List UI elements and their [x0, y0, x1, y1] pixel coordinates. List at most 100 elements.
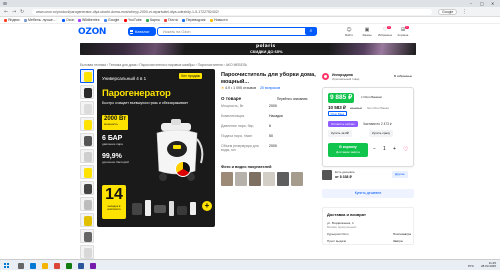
search-icon[interactable] — [18, 262, 24, 269]
ozon-logo[interactable]: OZON — [78, 27, 106, 37]
product-main-image[interactable]: Универсальный 4 в 1 Хит продаж Парогенер… — [97, 69, 215, 227]
back-icon[interactable]: ← — [4, 9, 8, 15]
bookmark-item[interactable]: Переводчик — [182, 18, 205, 23]
windows-taskbar: РУС 11:45 28.03.2025 — [0, 259, 500, 270]
customer-photo[interactable] — [235, 172, 247, 186]
bookmark-item[interactable]: Яндекс — [4, 18, 20, 23]
system-clock[interactable]: 11:45 28.03.2025 — [481, 261, 496, 270]
header-login[interactable]: ☺ Войти — [342, 27, 356, 38]
thumbnail-image — [84, 152, 92, 162]
extensions-icon[interactable]: ⋮ — [462, 9, 467, 15]
promo-banner[interactable]: polaris СКИДКИ ДО 65% — [80, 43, 416, 55]
quantity-stepper[interactable]: − 1 + — [371, 145, 399, 154]
gallery-thumbnail[interactable] — [80, 229, 94, 243]
minus-icon[interactable]: − — [373, 145, 376, 154]
installment-button[interactable]: Оплатить сейчас — [328, 121, 358, 127]
thumbnail-image — [84, 200, 92, 210]
about-title: О товаре — [221, 96, 242, 101]
bookmark-item[interactable]: YouTube — [124, 18, 142, 23]
bookmark-item[interactable]: Ozon — [62, 18, 74, 23]
customer-photo[interactable] — [277, 172, 289, 186]
seller-info[interactable]: Ингородина Оригинальный товар В избранны… — [322, 72, 414, 82]
customer-photo[interactable] — [221, 172, 233, 186]
questions-link[interactable]: 20 вопросов — [260, 86, 280, 90]
delivery-option[interactable]: Курьером Ozon Послезавтра — [327, 232, 411, 236]
star-icon: ★ — [221, 86, 225, 90]
one-click-button[interactable]: Купить сразу — [369, 130, 393, 137]
gallery-thumbnail[interactable] — [80, 149, 94, 163]
task-view-icon[interactable] — [30, 262, 36, 269]
gallery-thumbnails — [80, 69, 94, 261]
other-seller-offer[interactable]: Есть дешевле от 8 338 ₽ Другие — [322, 170, 414, 182]
spec-row: Давление пара, бар 6 — [221, 124, 271, 128]
gallery-thumbnail[interactable] — [80, 213, 94, 227]
add-favorite-heart-icon[interactable]: ♡ — [403, 145, 408, 154]
bookmark-item[interactable]: Карты — [146, 18, 160, 23]
header-cart[interactable]: ⊞ Корзина 1 — [396, 26, 410, 38]
thumbnail-image — [84, 120, 92, 130]
customer-photo[interactable] — [249, 172, 261, 186]
plus-icon[interactable]: + — [393, 145, 396, 154]
seller-favorite-button[interactable]: В избранные — [394, 74, 412, 78]
close-icon[interactable]: ✕ — [491, 1, 494, 6]
header-favorites[interactable]: ♡ Избранное 3 — [378, 26, 392, 38]
image-subtitle: Быстро очищает въевшуюся грязь и обеззар… — [102, 101, 189, 105]
browser-tab-bar: – □ ✕ — [0, 0, 500, 7]
header-orders[interactable]: ▣ Заказы — [360, 27, 374, 38]
gallery-thumbnail[interactable] — [80, 85, 94, 99]
bookmark-item[interactable]: Мебель: лучше... — [24, 18, 56, 23]
delivery-option[interactable]: Пункт выдачи Завтра — [327, 239, 403, 243]
gallery-thumbnail[interactable] — [80, 165, 94, 179]
reload-icon[interactable]: ↻ — [20, 9, 24, 15]
gallery-thumbnail[interactable] — [80, 101, 94, 115]
bookmark-item[interactable]: Google — [104, 18, 119, 23]
google-account-badge[interactable]: Google — [438, 9, 458, 15]
ozon-bank-badge[interactable]: Ozon Банк — [328, 111, 347, 116]
buy-cheaper-button[interactable]: Купить дешевле — [322, 189, 414, 198]
add-to-cart-button[interactable]: В корзину Доставим завтра — [328, 143, 368, 157]
file-explorer-icon[interactable] — [42, 262, 48, 269]
product-rating[interactable]: ★ 4.9 • 1 095 отзывов 20 вопросов — [221, 86, 280, 90]
reviews-link[interactable]: 1 095 отзывов — [233, 86, 256, 90]
gallery-thumbnail[interactable] — [80, 69, 94, 83]
thumbnail-image — [84, 72, 92, 82]
gallery-thumbnail[interactable] — [80, 181, 94, 195]
windows-start-icon[interactable] — [4, 263, 9, 268]
customer-media-title: Фото и видео покупателей — [221, 165, 272, 169]
promo-decoration — [330, 43, 416, 55]
seller-logo — [322, 73, 329, 80]
tab-icon[interactable] — [3, 2, 7, 5]
other-seller-image — [322, 170, 332, 180]
gallery-thumbnail[interactable] — [80, 197, 94, 211]
url-field[interactable]: www.ozon.ru/product/parogenerator-dlya-u… — [32, 9, 432, 15]
app-icon[interactable] — [66, 262, 72, 269]
price-regular-note: без Ozon Банка — [367, 106, 389, 110]
breadcrumb[interactable]: Бытовая техника › Техника для дома › Пар… — [80, 63, 247, 67]
search-input[interactable]: Искать на Ozon ⌕ — [157, 27, 317, 36]
gallery-thumbnail[interactable] — [80, 245, 94, 259]
customer-photo[interactable] — [263, 172, 275, 186]
maximize-icon[interactable]: □ — [480, 1, 484, 6]
gallery-thumbnail[interactable] — [80, 133, 94, 147]
customer-photo[interactable] — [291, 172, 303, 186]
language-indicator[interactable]: РУС — [468, 264, 474, 268]
credit-button[interactable]: Купить за 0₽ — [328, 130, 352, 137]
pressure-spec: 6 БАР давление пара — [102, 135, 123, 146]
gallery-thumbnail[interactable] — [80, 117, 94, 131]
bookmark-item[interactable]: Wildberries — [78, 18, 100, 23]
other-sellers-button[interactable]: Другие — [392, 171, 408, 178]
thumbnail-image — [84, 104, 92, 114]
installment-note: Частями по 2 473 ₽ — [363, 122, 392, 126]
bookmark-item[interactable]: Новости — [210, 18, 228, 23]
forward-icon[interactable]: → — [12, 9, 16, 15]
thumbnail-image — [84, 216, 92, 226]
app-icon[interactable] — [78, 262, 84, 269]
site-header: OZON Каталог Искать на Ozon ⌕ ☺ Войти ▣ … — [0, 24, 500, 39]
search-icon[interactable]: ⌕ — [305, 27, 317, 35]
chrome-icon[interactable] — [54, 262, 60, 269]
app-icon[interactable] — [90, 262, 96, 269]
all-features-link[interactable]: Перейти к описанию — [277, 97, 307, 101]
bookmark-item[interactable]: Почта — [164, 18, 178, 23]
catalog-button[interactable]: Каталог — [128, 27, 156, 36]
minimize-icon[interactable]: – — [470, 1, 472, 6]
